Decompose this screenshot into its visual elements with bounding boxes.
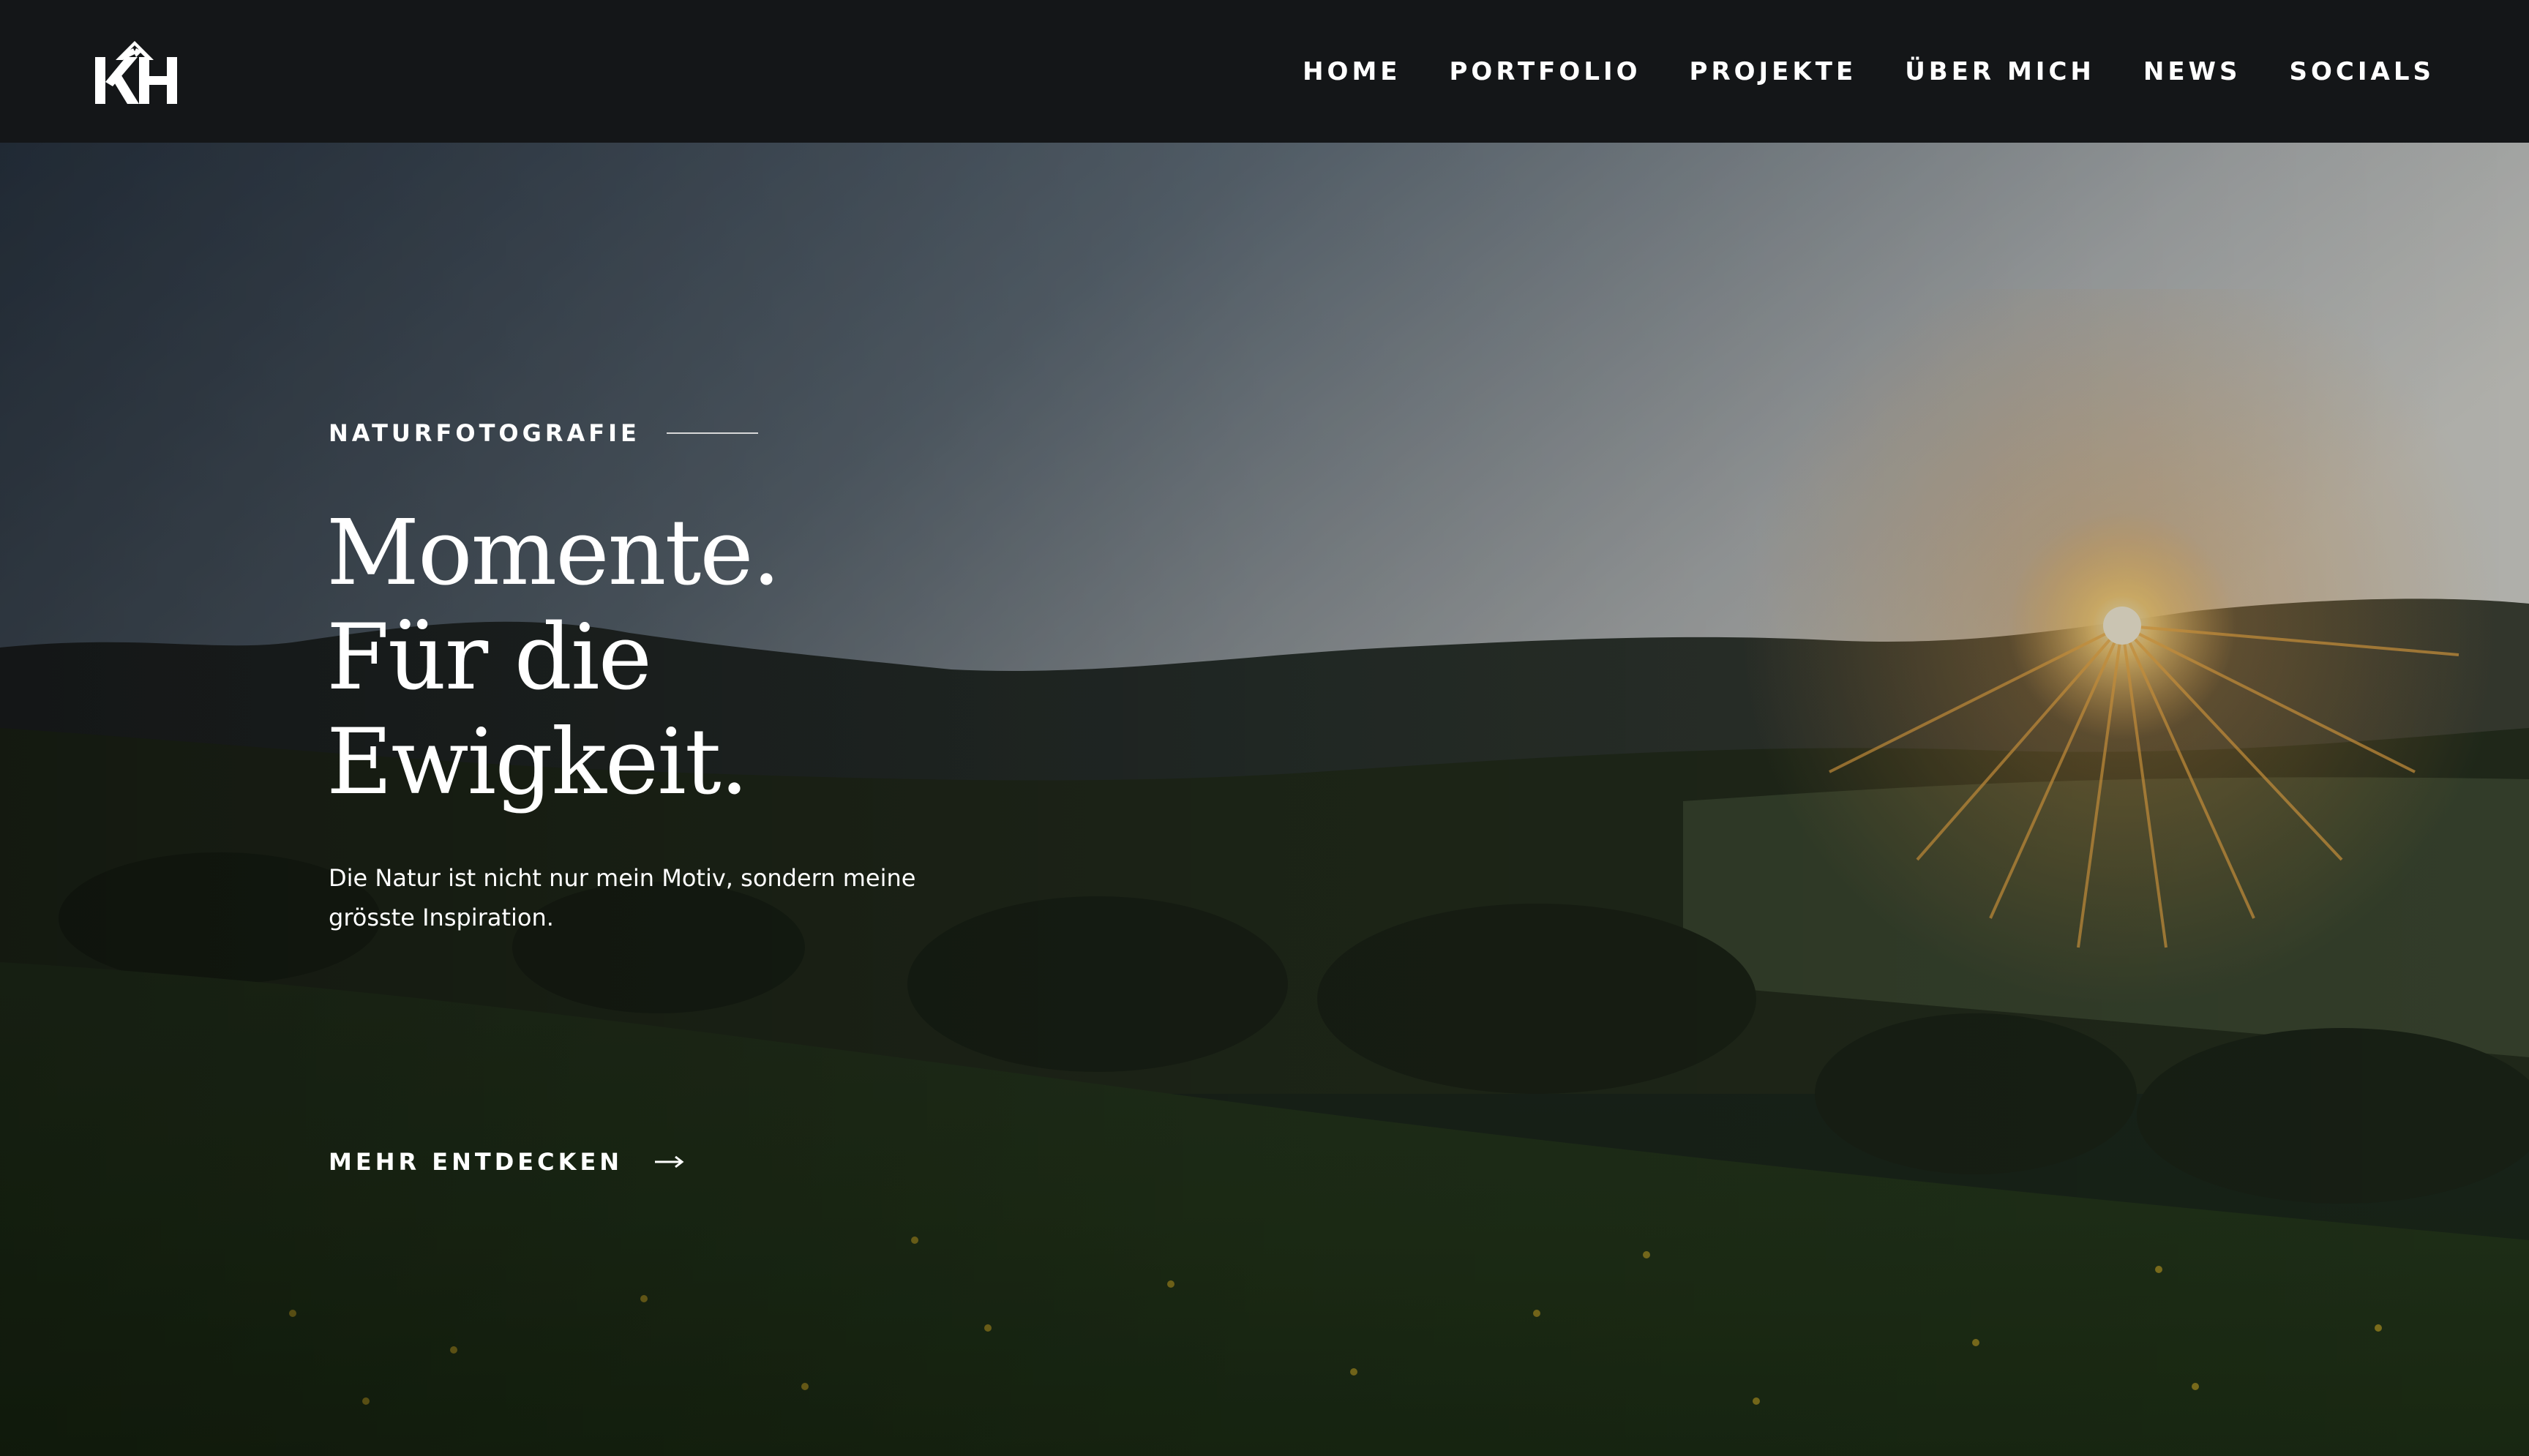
nav-socials[interactable]: SOCIALS (2290, 56, 2435, 88)
site-header: HOME PORTFOLIO PROJEKTE ÜBER MICH NEWS S… (0, 0, 2529, 143)
kh-logo[interactable] (94, 40, 179, 107)
nav-home[interactable]: HOME (1303, 56, 1401, 88)
hero-eyebrow: NATURFOTOGRAFIE (329, 419, 758, 447)
nav-news[interactable]: NEWS (2143, 56, 2241, 88)
arrow-right-icon (655, 1155, 684, 1169)
nav-projekte[interactable]: PROJEKTE (1690, 56, 1857, 88)
hero-subtext: Die Natur ist nicht nur mein Motiv, sond… (329, 858, 987, 937)
eyebrow-label: NATURFOTOGRAFIE (329, 419, 640, 447)
subtext-line-1: Die Natur ist nicht nur mein Motiv, sond… (329, 864, 916, 892)
hero-headline: Momente. Für die Ewigkeit. (326, 500, 781, 815)
nav-ueber-mich[interactable]: ÜBER MICH (1905, 56, 2095, 88)
main-nav: HOME PORTFOLIO PROJEKTE ÜBER MICH NEWS S… (1303, 56, 2435, 88)
subtext-line-2: grösste Inspiration. (329, 904, 554, 931)
cta-label: MEHR ENTDECKEN (329, 1148, 623, 1176)
mehr-entdecken-link[interactable]: MEHR ENTDECKEN (329, 1148, 684, 1176)
eyebrow-divider (666, 432, 758, 434)
headline-line-1: Momente. (326, 500, 781, 606)
hero-section: NATURFOTOGRAFIE Momente. Für die Ewigkei… (0, 143, 2529, 1456)
kh-mountain-logo-icon (95, 41, 177, 104)
headline-line-2: Für die (326, 605, 652, 710)
nav-portfolio[interactable]: PORTFOLIO (1450, 56, 1641, 88)
headline-line-3: Ewigkeit. (326, 710, 749, 815)
